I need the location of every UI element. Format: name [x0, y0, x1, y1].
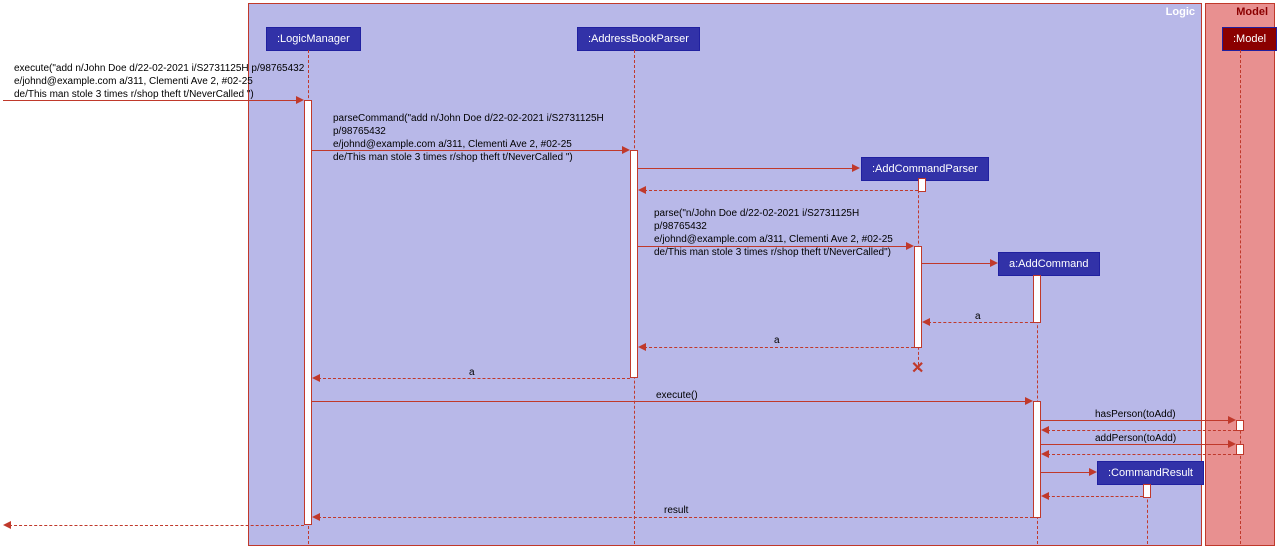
arrowhead-return-a1: [922, 318, 930, 326]
activation-commandresult: [1143, 484, 1151, 498]
participant-model: :Model: [1222, 27, 1277, 51]
msg-parsecommand: parseCommand("add n/John Doe d/22-02-202…: [333, 112, 643, 164]
arrow-return-final: [9, 525, 304, 526]
arrowhead-return-a2: [638, 343, 646, 351]
arrow-return-hasperson: [1047, 430, 1236, 431]
arrowhead-parse: [906, 242, 914, 250]
arrow-return-acp: [644, 190, 918, 191]
arrowhead-exec1: [296, 96, 304, 104]
arrowhead-return-cr: [1041, 492, 1049, 500]
arrow-return-result: [318, 517, 1033, 518]
arrow-return-cr: [1047, 496, 1143, 497]
participant-addressbookparser: :AddressBookParser: [577, 27, 700, 51]
arrow-parse: [638, 246, 912, 247]
lifeline-model: [1240, 50, 1241, 544]
arrowhead-return-hasperson: [1041, 426, 1049, 434]
arrow-hasperson: [1041, 420, 1233, 421]
arrow-create-acp: [638, 168, 858, 169]
activation-addcommand-2: [1033, 401, 1041, 518]
arrow-exec1: [3, 100, 301, 101]
activation-logicmanager: [304, 100, 312, 525]
msg-result: result: [664, 504, 688, 517]
arrow-return-a2: [644, 347, 914, 348]
arrowhead-create-cr: [1089, 468, 1097, 476]
arrow-return-a3: [318, 378, 630, 379]
msg-parse: parse("n/John Doe d/22-02-2021 i/S273112…: [654, 207, 909, 259]
arrowhead-parsecommand: [622, 146, 630, 154]
activation-model-2: [1236, 444, 1244, 455]
model-label: Model: [1236, 6, 1268, 18]
arrowhead-addperson: [1228, 440, 1236, 448]
arrowhead-return-addperson: [1041, 450, 1049, 458]
msg-execute-1: execute("add n/John Doe d/22-02-2021 i/S…: [14, 62, 309, 101]
arrow-return-a1: [928, 322, 1033, 323]
activation-model-1: [1236, 420, 1244, 431]
arrowhead-return-acp: [638, 186, 646, 194]
activation-addcommandparser-1: [918, 178, 926, 192]
activation-addressbookparser: [630, 150, 638, 378]
arrowhead-hasperson: [1228, 416, 1236, 424]
arrowhead-return-a3: [312, 374, 320, 382]
arrow-parsecommand: [312, 150, 628, 151]
arrowhead-return-result: [312, 513, 320, 521]
arrow-execute2: [312, 401, 1030, 402]
activation-addcommandparser-2: [914, 246, 922, 348]
arrow-create-ac: [922, 263, 996, 264]
participant-logicmanager: :LogicManager: [266, 27, 361, 51]
arrow-return-addperson: [1047, 454, 1236, 455]
logic-label: Logic: [1166, 6, 1195, 18]
activation-addcommand-1: [1033, 275, 1041, 323]
arrow-create-cr: [1041, 472, 1095, 473]
participant-addcommand: a:AddCommand: [998, 252, 1100, 276]
participant-commandresult: :CommandResult: [1097, 461, 1204, 485]
arrowhead-create-ac: [990, 259, 998, 267]
msg-return-a-2: a: [774, 334, 780, 347]
arrowhead-execute2: [1025, 397, 1033, 405]
arrowhead-return-final: [3, 521, 11, 529]
arrowhead-create-acp: [852, 164, 860, 172]
destroy-addcommandparser: [911, 358, 924, 378]
arrow-addperson: [1041, 444, 1233, 445]
